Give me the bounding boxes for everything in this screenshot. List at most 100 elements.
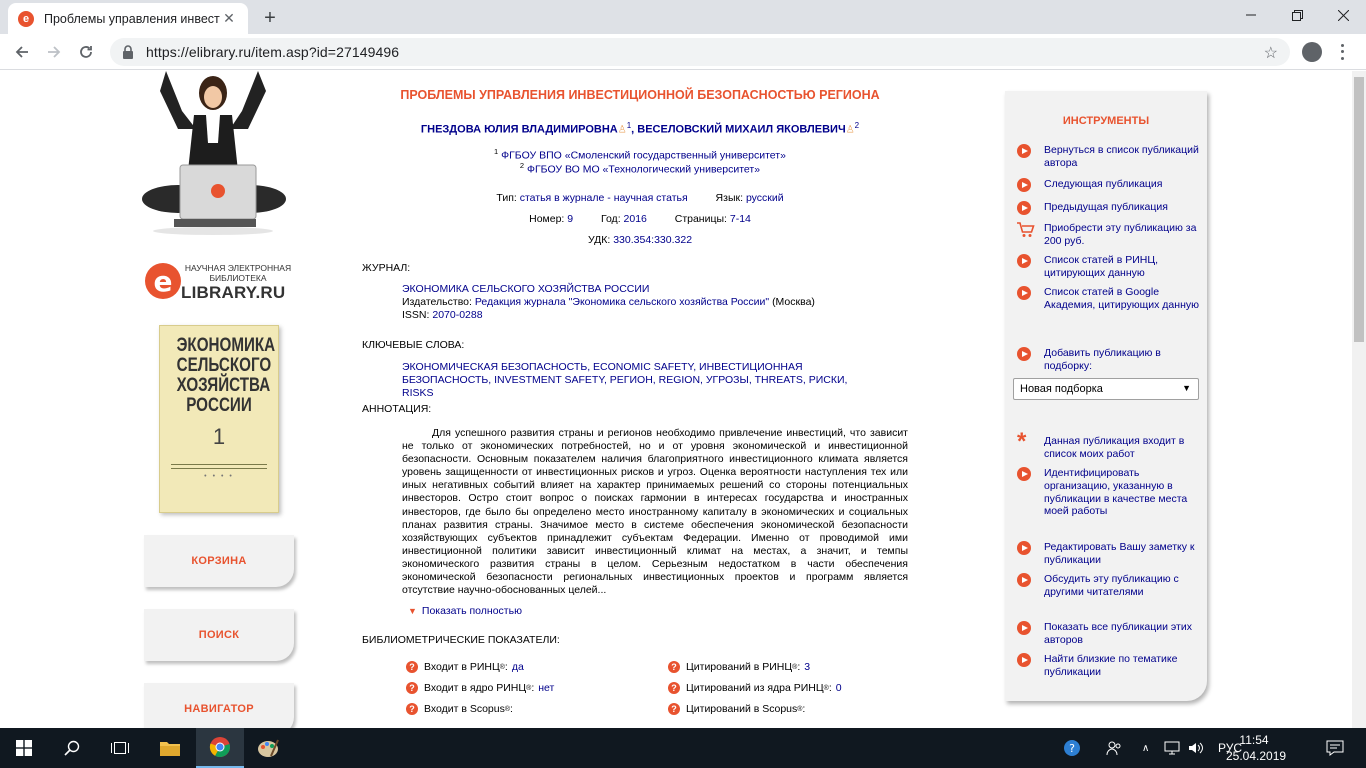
svg-text:?: ? xyxy=(1069,742,1075,755)
people-tray-icon[interactable] xyxy=(1106,728,1122,768)
logo-wordmark: LIBRARY.RU xyxy=(181,283,286,302)
year-value: 2016 xyxy=(623,213,647,225)
tool-all-author-publications[interactable]: Показать все публикации этих авторов xyxy=(1017,621,1199,647)
publisher-link[interactable]: Редакция журнала "Экономика сельского хо… xyxy=(475,296,769,308)
tool-previous-publication[interactable]: Предыдущая публикация xyxy=(1017,201,1199,215)
taskbar-search-button[interactable] xyxy=(48,728,96,768)
journal-cover[interactable]: ЭКОНОМИКА СЕЛЬСКОГО ХОЗЯЙСТВА РОССИИ 1 •… xyxy=(159,325,279,513)
tool-author-publications[interactable]: Вернуться в список публикаций автора xyxy=(1017,144,1199,170)
question-icon[interactable]: ? xyxy=(668,682,680,694)
collection-select[interactable]: Новая подборка ▼ xyxy=(1013,378,1199,400)
language-label: Язык: xyxy=(715,192,744,204)
author-link[interactable]: ВЕСЕЛОВСКИЙ МИХАИЛ ЯКОВЛЕВИЧ xyxy=(637,124,845,136)
journal-link[interactable]: ЭКОНОМИКА СЕЛЬСКОГО ХОЗЯЙСТВА РОССИИ xyxy=(402,283,649,295)
bookmark-star-icon[interactable]: ☆ xyxy=(1264,43,1278,63)
tools-panel: ИНСТРУМЕНТЫ Вернуться в список публикаци… xyxy=(1005,91,1207,701)
show-full-abstract-link[interactable]: ▼ Показать полностью xyxy=(408,605,522,617)
tool-next-publication[interactable]: Следующая публикация xyxy=(1017,178,1199,192)
browser-tab[interactable]: e Проблемы управления инвест ✕ xyxy=(8,3,248,34)
author-link[interactable]: ГНЕЗДОВА ЮЛИЯ ВЛАДИМИРОВНА xyxy=(421,124,618,136)
cover-title: ЭКОНОМИКА СЕЛЬСКОГО ХОЗЯЙСТВА РОССИИ xyxy=(176,335,276,416)
close-window-button[interactable] xyxy=(1320,0,1366,30)
back-button[interactable] xyxy=(10,40,34,64)
bib-metric-row: ? Цитирований в Scopus ®: xyxy=(668,703,809,715)
tool-add-to-collection[interactable]: Добавить публикацию в подборку: xyxy=(1017,347,1199,373)
question-icon[interactable]: ? xyxy=(668,661,680,673)
issn-value[interactable]: 2070-0288 xyxy=(432,309,482,321)
chrome-icon xyxy=(209,737,230,758)
publisher-label: Издательство: xyxy=(402,296,472,308)
elibrary-logo[interactable]: e НАУЧНАЯ ЭЛЕКТРОННАЯ БИБЛИОТЕКА LIBRARY… xyxy=(145,259,305,305)
action-center-button[interactable] xyxy=(1326,728,1344,768)
bib-metric-label: Цитирований в Scopus xyxy=(686,703,798,715)
show-hidden-icons[interactable]: ∧ xyxy=(1142,728,1149,768)
volume-tray-icon[interactable] xyxy=(1188,728,1204,768)
help-tray-icon[interactable]: ? xyxy=(1062,728,1082,768)
address-bar[interactable]: https://elibrary.ru/item.asp?id=27149496… xyxy=(110,38,1290,66)
network-tray-icon[interactable] xyxy=(1164,728,1180,768)
question-icon[interactable]: ? xyxy=(406,661,418,673)
speaker-icon xyxy=(1189,742,1203,754)
affiliation-link[interactable]: ФГБОУ ВПО «Смоленский государственный ун… xyxy=(501,150,786,162)
question-icon[interactable]: ? xyxy=(406,682,418,694)
start-button[interactable] xyxy=(0,728,48,768)
tool-in-my-works[interactable]: * Данная публикация входит в список моих… xyxy=(1017,430,1199,461)
folder-icon xyxy=(160,742,180,756)
new-tab-button[interactable]: + xyxy=(258,6,282,30)
bib-metric-label: Входит в ядро РИНЦ xyxy=(424,682,527,694)
chevron-down-icon: ▼ xyxy=(1182,383,1191,393)
number-label: Номер: xyxy=(529,213,565,225)
profile-avatar-icon[interactable] xyxy=(1302,42,1322,62)
shopping-cart-icon xyxy=(1017,222,1035,237)
language-value: русский xyxy=(745,192,784,204)
abstract-label: АННОТАЦИЯ: xyxy=(362,403,432,415)
network-icon xyxy=(1164,741,1180,755)
chrome-taskbar-button[interactable] xyxy=(196,728,244,768)
pages-label: Страницы: xyxy=(674,213,727,225)
forward-button[interactable] xyxy=(42,40,66,64)
affiliation-ref: 1 xyxy=(494,147,499,156)
reload-button[interactable] xyxy=(74,40,98,64)
keywords-links[interactable]: ЭКОНОМИЧЕСКАЯ БЕЗОПАСНОСТЬ, ECONOMIC SAF… xyxy=(402,361,847,399)
minimize-window-button[interactable] xyxy=(1228,0,1274,30)
bib-metric-row: ? Входит в Scopus ®: xyxy=(406,703,517,715)
taskbar-clock[interactable]: 11:54 25.04.2019 xyxy=(1226,732,1286,764)
bib-metric-row: ? Цитирований из ядра РИНЦ ®: 0 xyxy=(668,682,842,694)
keywords-block: ЭКОНОМИЧЕСКАЯ БЕЗОПАСНОСТЬ, ECONOMIC SAF… xyxy=(402,361,872,400)
affiliation-link[interactable]: ФГБОУ ВО МО «Технологический университет… xyxy=(527,164,760,176)
navigator-button[interactable]: НАВИГАТОР xyxy=(144,683,294,728)
task-view-button[interactable] xyxy=(96,728,144,768)
tool-similar-publications[interactable]: Найти близкие по тематике публикации xyxy=(1017,653,1199,679)
tool-rinc-citing[interactable]: Список статей в РИНЦ, цитирующих данную xyxy=(1017,254,1199,280)
tool-identify-organization[interactable]: Идентифицировать организацию, указанную … xyxy=(1017,467,1199,518)
number-value[interactable]: 9 xyxy=(567,213,573,225)
cart-button[interactable]: КОРЗИНА xyxy=(144,535,294,587)
tool-buy-publication[interactable]: Приобрести эту публикацию за 200 руб. xyxy=(1017,222,1199,248)
abstract-text: Для успешного развития страны и регионов… xyxy=(402,427,908,597)
tool-edit-note[interactable]: Редактировать Вашу заметку к публикации xyxy=(1017,541,1199,567)
bib-metric-value: 0 xyxy=(835,682,842,694)
scrollbar-thumb[interactable] xyxy=(1354,77,1364,342)
triangle-down-icon: ▼ xyxy=(408,606,417,616)
paint-taskbar-button[interactable] xyxy=(244,728,292,768)
close-tab-icon[interactable]: ✕ xyxy=(220,10,238,28)
issn-label: ISSN: xyxy=(402,309,430,321)
collection-select-value: Новая подборка xyxy=(1020,383,1103,395)
article-type-line: Тип: статья в журнале - научная статья Я… xyxy=(360,192,920,204)
chrome-menu-icon[interactable] xyxy=(1334,42,1350,62)
person-icon: ♙ xyxy=(617,124,627,136)
tool-google-scholar-citing[interactable]: Список статей в Google Академия, цитирую… xyxy=(1017,286,1199,312)
udk-label: УДК: xyxy=(587,234,611,246)
tool-discuss-publication[interactable]: Обсудить эту публикацию с другими читате… xyxy=(1017,573,1199,599)
palette-icon xyxy=(258,739,279,757)
bib-metric-value[interactable]: 3 xyxy=(804,661,810,673)
page-scrollbar[interactable] xyxy=(1352,71,1366,728)
restore-window-button[interactable] xyxy=(1274,0,1320,30)
question-icon[interactable]: ? xyxy=(406,703,418,715)
people-icon xyxy=(1106,741,1121,756)
udk-line: УДК: 330.354:330.322 xyxy=(360,234,920,246)
file-explorer-button[interactable] xyxy=(146,728,194,768)
play-circle-icon xyxy=(1017,201,1031,215)
search-button[interactable]: ПОИСК xyxy=(144,609,294,661)
question-icon[interactable]: ? xyxy=(668,703,680,715)
